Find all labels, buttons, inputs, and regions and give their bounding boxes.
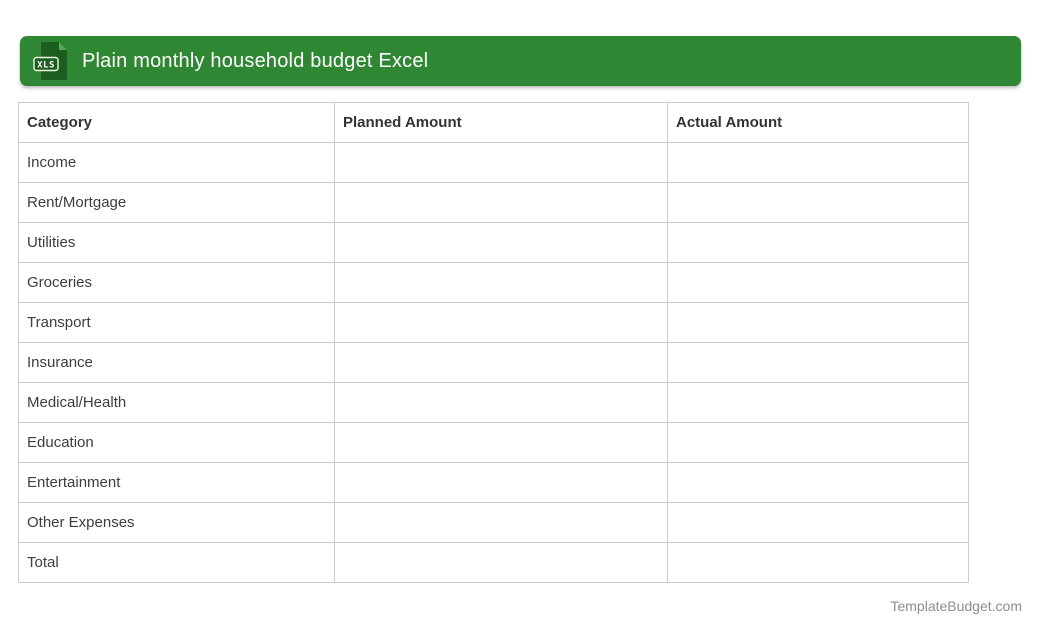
planned-amount-cell (334, 222, 668, 263)
actual-amount-cell (667, 422, 969, 463)
column-header-category: Category (18, 102, 335, 143)
category-cell: Entertainment (18, 462, 335, 503)
category-cell: Insurance (18, 342, 335, 383)
actual-amount-cell (667, 142, 969, 183)
table-row: Education (18, 422, 969, 463)
planned-amount-cell (334, 502, 668, 543)
planned-amount-cell (334, 182, 668, 223)
column-header-planned-amount: Planned Amount (334, 102, 668, 143)
planned-amount-cell (334, 142, 668, 183)
actual-amount-cell (667, 342, 969, 383)
table-row: Entertainment (18, 462, 969, 503)
actual-amount-cell (667, 462, 969, 503)
category-cell: Groceries (18, 262, 335, 303)
actual-amount-cell (667, 542, 969, 583)
planned-amount-cell (334, 342, 668, 383)
title-bar: XLS Plain monthly household budget Excel (20, 36, 1021, 86)
table-row: Other Expenses (18, 502, 969, 543)
actual-amount-cell (667, 382, 969, 423)
column-header-actual-amount: Actual Amount (667, 102, 969, 143)
footer-link[interactable]: TemplateBudget.com (890, 598, 1022, 614)
actual-amount-cell (667, 182, 969, 223)
table-row: Total (18, 542, 969, 583)
category-cell: Transport (18, 302, 335, 343)
category-cell: Education (18, 422, 335, 463)
planned-amount-cell (334, 422, 668, 463)
actual-amount-cell (667, 502, 969, 543)
category-cell: Medical/Health (18, 382, 335, 423)
table-row: Medical/Health (18, 382, 969, 423)
planned-amount-cell (334, 302, 668, 343)
planned-amount-cell (334, 382, 668, 423)
actual-amount-cell (667, 222, 969, 263)
category-cell: Total (18, 542, 335, 583)
xls-badge-label: XLS (37, 61, 55, 71)
page: XLS Plain monthly household budget Excel… (0, 0, 1040, 640)
budget-table: Category Planned Amount Actual Amount In… (18, 102, 969, 583)
table-row: Transport (18, 302, 969, 343)
planned-amount-cell (334, 262, 668, 303)
category-cell: Other Expenses (18, 502, 335, 543)
table-header-row: Category Planned Amount Actual Amount (18, 102, 969, 143)
table-row: Income (18, 142, 969, 183)
planned-amount-cell (334, 542, 668, 583)
actual-amount-cell (667, 262, 969, 303)
table-row: Insurance (18, 342, 969, 383)
actual-amount-cell (667, 302, 969, 343)
table-row: Rent/Mortgage (18, 182, 969, 223)
xls-file-icon: XLS (33, 42, 67, 80)
folded-corner (59, 42, 67, 50)
table-row: Utilities (18, 222, 969, 263)
category-cell: Income (18, 142, 335, 183)
category-cell: Utilities (18, 222, 335, 263)
planned-amount-cell (334, 462, 668, 503)
category-cell: Rent/Mortgage (18, 182, 335, 223)
table-row: Groceries (18, 262, 969, 303)
page-title: Plain monthly household budget Excel (82, 49, 429, 72)
